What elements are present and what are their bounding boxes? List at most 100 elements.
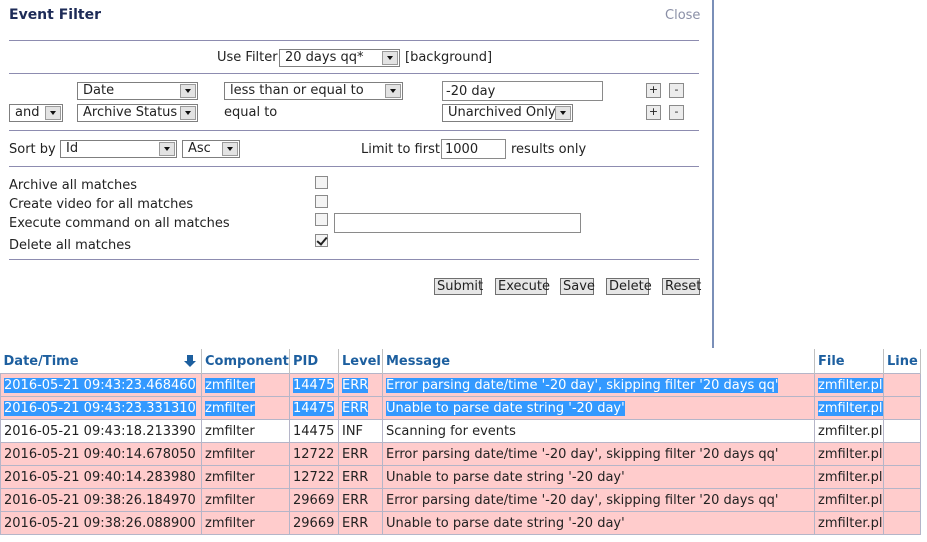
column-header-component[interactable]: Component (201, 349, 290, 374)
term2-conjunction-value: and (15, 105, 40, 120)
cell-line (883, 373, 921, 397)
divider (9, 40, 699, 41)
cell-pid: 14475 (289, 419, 339, 443)
cell-file: zmfilter.pl (814, 465, 884, 489)
column-header-pid[interactable]: PID (289, 349, 339, 374)
cell-level: ERR (338, 373, 383, 397)
cell-level: INF (338, 419, 383, 443)
divider (9, 166, 699, 167)
term2-operator-label: equal to (224, 105, 278, 120)
limit-input[interactable] (441, 139, 506, 159)
chevron-down-icon (222, 142, 238, 156)
cell-pid: 29669 (289, 488, 339, 512)
sort-field-value: Id (66, 141, 79, 156)
execute-checkbox[interactable] (315, 213, 328, 226)
term1-field-value: Date (83, 83, 115, 98)
cell-level: ERR (338, 465, 383, 489)
divider (9, 73, 699, 74)
reset-button[interactable]: Reset (662, 278, 701, 295)
column-header-file[interactable]: File (814, 349, 884, 374)
cell-datetime: 2016-05-21 09:38:26.088900 (0, 511, 202, 535)
delete-button[interactable]: Delete (606, 278, 652, 295)
cell-file: zmfilter.pl (814, 419, 884, 443)
cell-level: ERR (338, 488, 383, 512)
cell-message: Unable to parse date string '-20 day' (382, 465, 815, 489)
cell-message: Error parsing date/time '-20 day', skipp… (382, 442, 815, 466)
column-header-datetime[interactable]: Date/Time (0, 349, 202, 374)
execute-button[interactable]: Execute (495, 278, 550, 295)
sort-field-select[interactable]: Id (60, 140, 177, 158)
cell-line (883, 442, 921, 466)
column-header-level[interactable]: Level (338, 349, 383, 374)
cell-component: zmfilter (201, 465, 290, 489)
cell-line (883, 465, 921, 489)
term2-field-select[interactable]: Archive Status (77, 104, 198, 122)
cell-datetime: 2016-05-21 09:43:23.331310 (0, 396, 202, 420)
term1-value-input[interactable] (442, 81, 603, 101)
dialog-right-border (712, 0, 714, 348)
divider (9, 259, 699, 260)
sort-direction-select[interactable]: Asc (182, 140, 240, 158)
video-checkbox[interactable] (315, 195, 328, 208)
table-row[interactable]: 2016-05-21 09:38:26.184970 zmfilter 2966… (0, 488, 921, 512)
dialog-title: Event Filter (9, 7, 101, 23)
table-row[interactable]: 2016-05-21 09:43:23.468460 zmfilter 1447… (0, 373, 921, 397)
cell-datetime: 2016-05-21 09:43:23.468460 (0, 373, 202, 397)
cell-message: Unable to parse date string '-20 day' (382, 396, 815, 420)
chevron-down-icon (159, 142, 175, 156)
use-filter-value: 20 days qq* (285, 50, 364, 65)
cell-line (883, 511, 921, 535)
cell-line (883, 396, 921, 420)
cell-file: zmfilter.pl (814, 373, 884, 397)
sort-direction-value: Asc (188, 141, 211, 156)
save-button[interactable]: Save (560, 278, 595, 295)
cell-text: 2016-05-21 09:43:23.468460 (4, 377, 196, 393)
cell-text: Unable to parse date string '-20 day' (386, 400, 625, 416)
term1-add-button[interactable]: + (646, 83, 661, 98)
chevron-down-icon (385, 84, 401, 98)
term2-value-select[interactable]: Unarchived Only (442, 104, 573, 122)
archive-label: Archive all matches (9, 178, 137, 193)
archive-checkbox[interactable] (315, 176, 328, 189)
submit-button[interactable]: Submit (434, 278, 483, 295)
term1-operator-select[interactable]: less than or equal to (224, 82, 403, 100)
divider (9, 130, 699, 131)
cell-level: ERR (338, 396, 383, 420)
column-header-line[interactable]: Line (883, 349, 921, 374)
term1-remove-button[interactable]: - (669, 83, 684, 98)
cell-text: 14475 (293, 377, 335, 393)
use-filter-select[interactable]: 20 days qq* (279, 49, 400, 67)
sort-down-arrow-icon (184, 355, 196, 367)
table-row[interactable]: 2016-05-21 09:40:14.283980 zmfilter 1272… (0, 465, 921, 489)
term2-remove-button[interactable]: - (669, 105, 684, 120)
video-label: Create video for all matches (9, 197, 194, 212)
term2-add-button[interactable]: + (646, 105, 661, 120)
chevron-down-icon (45, 106, 61, 120)
term1-field-select[interactable]: Date (77, 82, 198, 100)
cell-file: zmfilter.pl (814, 488, 884, 512)
sort-by-label: Sort by (9, 142, 56, 157)
cell-file: zmfilter.pl (814, 396, 884, 420)
log-header-row: Date/Time Component PID Level Message Fi… (0, 349, 921, 374)
cell-line (883, 488, 921, 512)
cell-text: zmfilter.pl (818, 400, 883, 416)
delete-checkbox[interactable] (315, 234, 328, 247)
execute-command-input[interactable] (334, 213, 581, 233)
cell-component: zmfilter (201, 442, 290, 466)
term2-value-value: Unarchived Only (448, 105, 556, 120)
close-link[interactable]: Close (665, 8, 700, 23)
cell-level: ERR (338, 442, 383, 466)
cell-pid: 29669 (289, 511, 339, 535)
cell-message: Error parsing date/time '-20 day', skipp… (382, 488, 815, 512)
cell-component: zmfilter (201, 419, 290, 443)
table-row[interactable]: 2016-05-21 09:38:26.088900 zmfilter 2966… (0, 511, 921, 535)
column-header-message[interactable]: Message (382, 349, 815, 374)
cell-file: zmfilter.pl (814, 442, 884, 466)
table-row[interactable]: 2016-05-21 09:43:18.213390 zmfilter 1447… (0, 419, 921, 443)
term2-conjunction-select[interactable]: and (9, 104, 63, 122)
delete-label: Delete all matches (9, 238, 132, 253)
table-row[interactable]: 2016-05-21 09:43:23.331310 zmfilter 1447… (0, 396, 921, 420)
table-row[interactable]: 2016-05-21 09:40:14.678050 zmfilter 1272… (0, 442, 921, 466)
cell-text: 14475 (293, 400, 335, 416)
execute-label: Execute command on all matches (9, 216, 230, 231)
